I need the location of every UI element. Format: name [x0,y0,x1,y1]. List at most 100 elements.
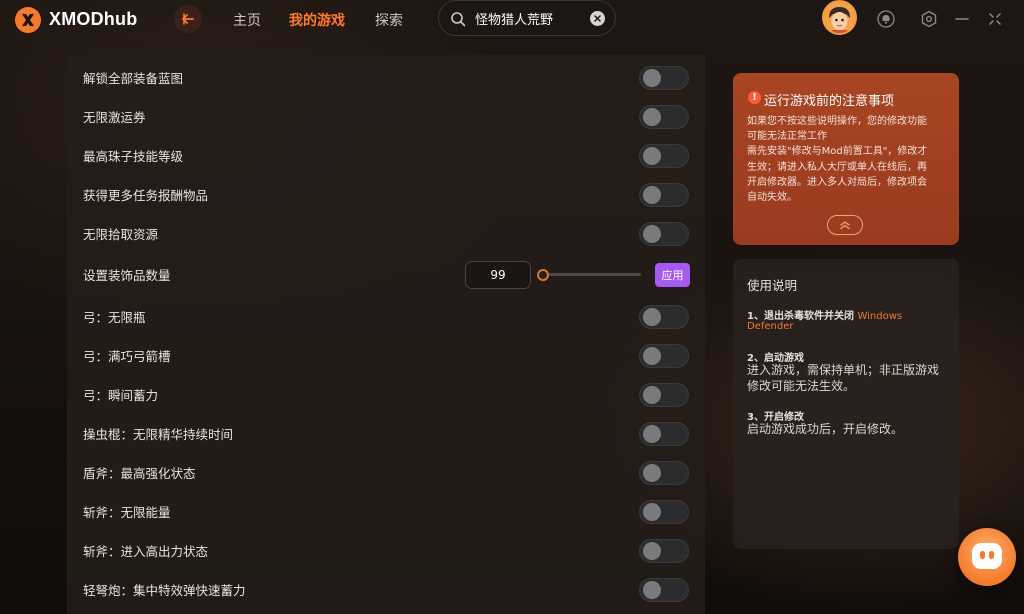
avatar-face-icon [824,2,855,33]
notice-body: 如果您不按这些说明操作，您的修改功能 可能无法正常工作 需先安装"修改与Mod前… [747,114,953,205]
top-bar: XMODhub 主页 我的游戏 探索 [0,0,1024,40]
usage-guide-card: 使用说明 1、退出杀毒软件并关闭 Windows Defender 2、启动游戏… [733,259,959,549]
back-button[interactable] [174,5,202,33]
mod-row: 斩斧：进入高出力状态 [67,531,705,570]
quantity-input[interactable] [465,260,531,289]
notice-title: 运行游戏前的注意事项 [764,94,895,109]
mod-label: 斩斧：进入高出力状态 [83,544,209,559]
mod-label: 最高珠子技能等级 [83,149,184,164]
user-avatar[interactable] [822,0,857,35]
notice-line: 生效；请进入私人大厅或单人在线后，再 [747,161,927,173]
mod-toggle[interactable] [639,421,689,446]
mod-label: 斩斧：无限能量 [83,505,171,520]
mod-toggle[interactable] [639,499,689,524]
toggle-knob [643,541,661,560]
mod-toggle[interactable] [639,538,689,563]
mod-label: 无限激运券 [83,110,146,125]
notice-card: ! 运行游戏前的注意事项 如果您不按这些说明操作，您的修改功能 可能无法正常工作… [733,73,959,245]
search-box [438,0,616,36]
guide-step-1-heading: 1、退出杀毒软件并关闭 Windows [747,307,902,322]
mod-row: 盾斧：最高强化状态 [67,453,705,492]
toggle-knob [643,107,661,126]
warning-icon: ! [748,91,761,104]
mod-toggle[interactable] [639,104,689,129]
mod-label: 弓：瞬间蓄力 [83,388,159,403]
mod-label: 轻弩炮：集中特效弹快速蓄力 [83,583,246,598]
arrow-left-icon [182,13,194,25]
mod-toggle[interactable] [639,65,689,90]
chevron-up-icon [840,221,850,230]
mod-row: 无限拾取资源 [67,214,705,253]
notice-line: 自动失效。 [747,192,797,204]
mod-label: 解锁全部装备蓝图 [83,71,184,86]
guide-step-2-body: 进入游戏，需保持单机；非正版游戏修改可能无法生效。 [747,363,940,393]
mod-label: 盾斧：最高强化状态 [83,466,196,481]
mod-row: 无限激运券 [67,97,705,136]
toggle-knob [643,502,661,521]
mod-row: 操虫棍：无限精华持续时间 [67,414,705,453]
chat-bubble-icon [972,543,1002,569]
quantity-slider-thumb[interactable] [537,268,549,281]
mod-row-numeric: 设置装饰品数量 应用 [67,255,705,294]
mod-label: 操虫棍：无限精华持续时间 [83,427,234,442]
guide-title: 使用说明 [747,278,798,293]
mod-toggle[interactable] [639,460,689,485]
mod-row: 斩斧：无限能量 [67,492,705,531]
toggle-knob [643,224,661,243]
mod-label: 获得更多任务报酬物品 [83,188,209,203]
mod-row: 弓：瞬间蓄力 [67,375,705,414]
notice-line: 需先安装"修改与Mod前置工具"，修改才 [747,146,928,158]
mod-row: 弓：满巧弓箭槽 [67,336,705,375]
search-icon [451,12,466,27]
mod-toggle[interactable] [639,343,689,368]
toggle-knob [643,185,661,204]
mod-row: 解锁全部装备蓝图 [67,58,705,97]
minimize-icon[interactable] [953,10,971,28]
mod-row: 弓：无限瓶 [67,297,705,336]
guide-step-3-body: 启动游戏成功后，开启修改。 [747,422,904,436]
xmod-logo-icon [15,7,41,33]
clear-search-button[interactable] [590,11,605,26]
toggle-knob [643,424,661,443]
toggle-knob [643,580,661,599]
mod-row: 轻弩炮：集中特效弹快速蓄力 [67,570,705,609]
toggle-knob [643,68,661,87]
toggle-knob [643,346,661,365]
chat-eye [980,551,985,559]
notification-bell-icon[interactable] [877,10,895,28]
apply-button[interactable]: 应用 [655,262,690,287]
toggle-knob [643,307,661,326]
mod-label: 无限拾取资源 [83,227,159,242]
nav-home[interactable]: 主页 [233,10,261,30]
close-icon [594,15,601,22]
mod-row: 最高珠子技能等级 [67,136,705,175]
mods-panel: 解锁全部装备蓝图 无限激运券 最高珠子技能等级 获得更多任务报酬物品 无限拾取资… [67,55,705,614]
collapse-notice-button[interactable] [827,215,863,235]
toggle-knob [643,463,661,482]
mod-toggle[interactable] [639,143,689,168]
mod-toggle[interactable] [639,221,689,246]
notice-line: 如果您不按这些说明操作，您的修改功能 [747,116,927,127]
chat-assistant-button[interactable] [958,528,1016,586]
mod-toggle[interactable] [639,382,689,407]
notice-line: 开启修改器。进入多人对局后，修改项会 [747,176,927,188]
mod-toggle[interactable] [639,577,689,602]
mod-label: 弓：无限瓶 [83,310,146,325]
toggle-knob [643,146,661,165]
windows-defender-link[interactable]: Defender [747,321,793,332]
nav-explore[interactable]: 探索 [375,10,403,30]
guide-step-1-heading-cont: Defender [747,321,793,332]
nav-my-games[interactable]: 我的游戏 [289,10,345,30]
windows-defender-link[interactable]: Windows [857,311,902,322]
toggle-knob [643,385,661,404]
mod-toggle[interactable] [639,182,689,207]
mod-label: 设置装饰品数量 [83,268,171,283]
settings-gear-icon[interactable] [920,10,938,28]
notice-line: 可能无法正常工作 [747,131,827,143]
brand-name: XMODhub [49,9,138,29]
quantity-slider-track[interactable] [541,273,641,276]
mod-toggle[interactable] [639,304,689,329]
mod-row: 获得更多任务报酬物品 [67,175,705,214]
close-window-icon[interactable] [986,10,1004,28]
search-input[interactable] [475,8,585,28]
